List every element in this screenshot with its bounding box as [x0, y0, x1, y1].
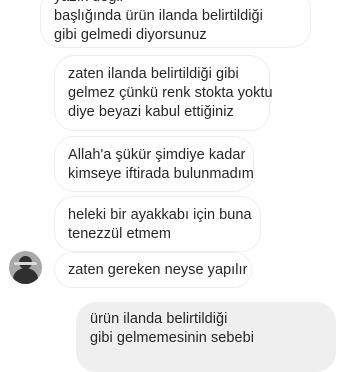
message-text-line: diye beyazi kabul ettiğiniz — [68, 104, 234, 120]
message-text-line: gelmez çünkü renk stokta yoktu — [68, 85, 273, 101]
message-bubble-incoming[interactable]: Allah'a şükür şimdiye kadar kimseye ifti… — [54, 136, 254, 192]
message-text-line: kimseye iftirada bulunmadım — [68, 166, 254, 182]
message-bubble-incoming[interactable]: zaten gereken neyse yapılır — [54, 252, 252, 288]
avatar-glasses — [14, 262, 37, 265]
message-text-line: gibi gelmedi diyorsunuz — [54, 27, 207, 43]
message-text-line: heleki bir ayakkabı için buna — [68, 207, 252, 223]
message-bubble-outgoing[interactable]: ürün ilanda belirtildiği gibi gelmemesin… — [76, 302, 336, 372]
message-bubble-incoming[interactable]: heleki bir ayakkabı için buna tenezzül e… — [54, 196, 261, 252]
message-text-line: zaten gereken neyse yapılır — [68, 262, 248, 278]
message-text-line: başlığında ürün ilanda belirtildiği — [54, 8, 263, 24]
message-text-line: yazık değil — [54, 0, 123, 7]
avatar-silhouette-body — [13, 268, 38, 284]
message-text-line: gibi gelmemesinin sebebi — [90, 330, 255, 346]
message-text-line: tenezzül etmem — [68, 226, 172, 242]
message-text-line: zaten ilanda belirtildiği gibi — [68, 66, 239, 82]
message-bubble-incoming[interactable]: zaten ilanda belirtildiği gibi gelmez çü… — [54, 55, 273, 131]
user-avatar-icon[interactable] — [9, 251, 42, 284]
message-bubble-incoming[interactable]: yazık değil başlığında ürün ilanda belir… — [40, 0, 311, 48]
message-text-line: Allah'a şükür şimdiye kadar — [68, 147, 246, 163]
message-text-line: ürün ilanda belirtildiği — [90, 311, 228, 327]
